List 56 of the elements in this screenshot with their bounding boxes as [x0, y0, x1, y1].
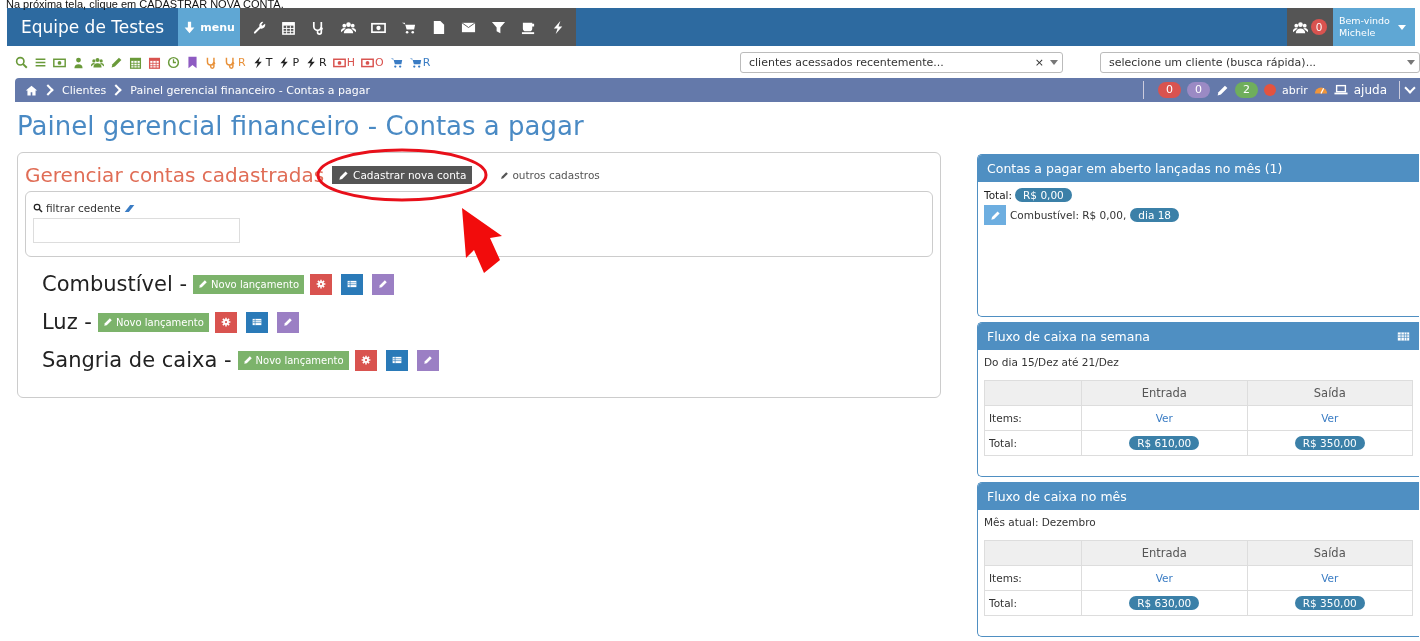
shortcut-button[interactable]: R: [224, 55, 246, 69]
view-link[interactable]: Ver: [1155, 572, 1173, 584]
card-title: Fluxo de caixa na semana: [987, 329, 1151, 344]
brand-name[interactable]: Equipe de Testes: [7, 8, 178, 46]
column-header: Entrada: [1081, 380, 1247, 406]
period-text: Do dia 15/Dez até 21/Dez: [984, 356, 1120, 368]
shortcut-button[interactable]: R: [305, 55, 327, 69]
page-title: Painel gerencial financeiro - Contas a pagar: [17, 110, 585, 143]
due-date: dia 18: [1130, 208, 1180, 222]
column-header: Saída: [1247, 540, 1413, 566]
amount-badge: R$ 350,00: [1294, 436, 1365, 450]
view-link[interactable]: Ver: [1321, 572, 1339, 584]
new-entry-button[interactable]: Novo lançamento: [237, 350, 349, 370]
count-badge[interactable]: 0: [1186, 82, 1210, 98]
column-header: Saída: [1247, 380, 1413, 406]
help-link[interactable]: ajuda: [1353, 83, 1387, 97]
card-title: Fluxo de caixa no mês: [987, 489, 1127, 504]
account-name: Combustível -: [42, 272, 188, 296]
account-name: Luz -: [42, 310, 92, 334]
other-registrations-link[interactable]: outros cadastros: [494, 168, 606, 182]
shortcut-button[interactable]: P: [278, 55, 300, 69]
notifications-button[interactable]: 0: [1287, 8, 1333, 46]
view-link[interactable]: Ver: [1155, 412, 1173, 424]
instruction-caption: Na próxima tela, clique em CADASTRAR NOVA CONTA.: [5, 0, 285, 8]
bill-text: Combustível: R$ 0,00,: [1010, 209, 1127, 221]
row-label: Total:: [984, 430, 1082, 456]
new-entry-button[interactable]: Novo lançamento: [193, 274, 305, 294]
column-header: Entrada: [1081, 540, 1247, 566]
amount-badge: R$ 630,00: [1129, 596, 1200, 610]
period-text: Mês atual: Dezembro: [984, 516, 1097, 528]
row-label: Items:: [984, 565, 1082, 591]
total-label: Total:: [984, 189, 1013, 201]
account-name: Sangria de caixa -: [42, 348, 232, 372]
card-title: Contas a pagar em aberto lançadas no mês (1): [987, 161, 1283, 176]
client-select[interactable]: clientes acessados recentemente... ×: [740, 51, 1063, 73]
new-account-button[interactable]: Cadastrar nova conta: [332, 166, 473, 184]
breadcrumb-link[interactable]: Painel gerencial financeiro - Contas a pagar: [130, 83, 371, 97]
count-badge[interactable]: 2: [1234, 82, 1258, 98]
open-link[interactable]: abrir: [1281, 83, 1308, 97]
breadcrumb-link[interactable]: Clientes: [62, 83, 107, 97]
row-label: Total:: [984, 590, 1082, 616]
count-badge[interactable]: 0: [1157, 82, 1181, 98]
amount-badge: R$ 350,00: [1294, 596, 1365, 610]
shortcut-button[interactable]: H: [332, 55, 355, 69]
filter-label: filtrar cedente: [46, 202, 121, 214]
shortcut-button[interactable]: T: [251, 55, 273, 69]
new-entry-button[interactable]: Novo lançamento: [97, 312, 209, 332]
amount-badge: R$ 610,00: [1129, 436, 1200, 450]
menu-button[interactable]: menu: [178, 8, 240, 46]
shortcut-button[interactable]: O: [360, 55, 384, 69]
client-select[interactable]: selecione um cliente (busca rápida)...: [1100, 51, 1420, 73]
total-amount: R$ 0,00: [1015, 188, 1072, 202]
user-menu[interactable]: Bem-vindo Michele: [1333, 8, 1415, 46]
shortcut-button[interactable]: R: [408, 55, 431, 69]
row-label: Items:: [984, 405, 1082, 431]
view-link[interactable]: Ver: [1321, 412, 1339, 424]
